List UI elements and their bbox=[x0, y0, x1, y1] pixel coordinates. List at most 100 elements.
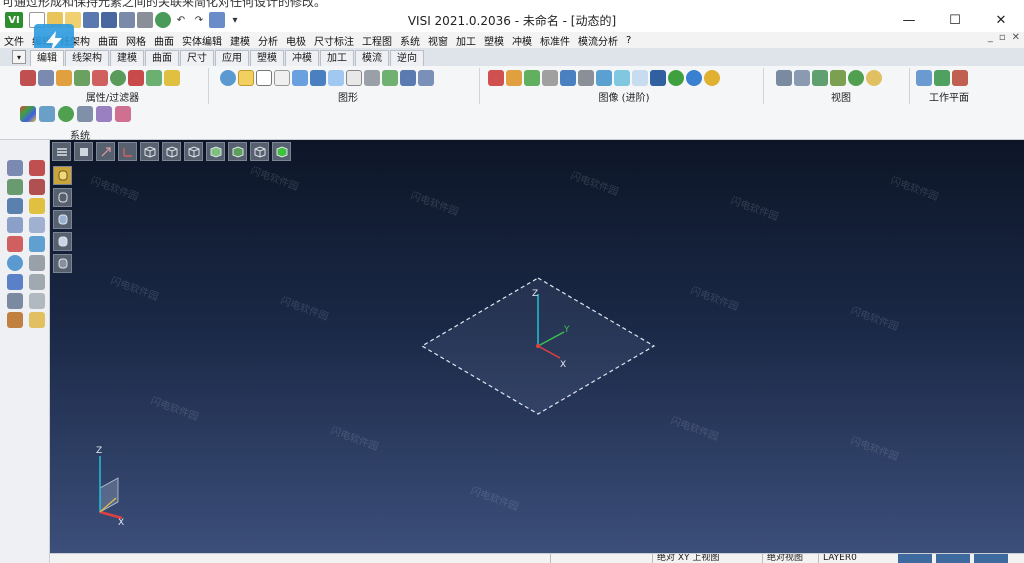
color-ball-icon[interactable] bbox=[704, 70, 720, 86]
cylinder-gray-2-icon[interactable] bbox=[578, 70, 594, 86]
green-ball-icon[interactable] bbox=[668, 70, 684, 86]
menu-item[interactable]: 电极 bbox=[282, 33, 310, 48]
menu-item[interactable]: 实体编辑 bbox=[178, 33, 226, 48]
document-icon[interactable] bbox=[39, 106, 55, 122]
cylinder-pale-icon[interactable] bbox=[632, 70, 648, 86]
traffic-light-3-icon[interactable] bbox=[524, 70, 540, 86]
trash-icon[interactable] bbox=[7, 293, 23, 309]
menu-item[interactable]: 标准件 bbox=[536, 33, 574, 48]
mdi-minimize-button[interactable]: _ bbox=[988, 32, 993, 43]
work-plane[interactable]: Z X Y bbox=[418, 274, 658, 420]
tab-application[interactable]: 应用 bbox=[215, 50, 249, 66]
pen-icon[interactable] bbox=[29, 217, 45, 233]
close-button[interactable]: ✕ bbox=[978, 8, 1024, 32]
transparent-cylinder-icon[interactable] bbox=[53, 232, 72, 251]
menu-icon[interactable] bbox=[52, 142, 71, 161]
view-orient-icon[interactable] bbox=[96, 142, 115, 161]
view-pan-icon[interactable] bbox=[794, 70, 810, 86]
cylinder-blue-icon[interactable] bbox=[292, 70, 308, 86]
workplane-axis-icon[interactable] bbox=[934, 70, 950, 86]
3d-viewport[interactable]: 闪电软件园 闪电软件园 闪电软件园 闪电软件园 闪电软件园 闪电软件园 闪电软件… bbox=[50, 140, 1024, 553]
cylinder-shaded-icon[interactable] bbox=[238, 70, 254, 86]
select-icon[interactable] bbox=[7, 160, 23, 176]
status-indicator-3[interactable] bbox=[974, 554, 1008, 563]
view-rotate-icon[interactable] bbox=[776, 70, 792, 86]
delete-icon[interactable] bbox=[29, 160, 45, 176]
cube-view-back-icon[interactable] bbox=[250, 142, 269, 161]
cube-blue-icon[interactable] bbox=[650, 70, 666, 86]
view-frame-icon[interactable] bbox=[74, 142, 93, 161]
line-style-icon[interactable] bbox=[74, 70, 90, 86]
tab-surface[interactable]: 曲面 bbox=[145, 50, 179, 66]
menu-item[interactable]: 冲模 bbox=[508, 33, 536, 48]
menu-item[interactable]: 系统 bbox=[396, 33, 424, 48]
globe-settings-icon[interactable] bbox=[58, 106, 74, 122]
shaded-cylinder-icon[interactable] bbox=[53, 166, 72, 185]
menu-item[interactable]: 曲面 bbox=[150, 33, 178, 48]
menu-item[interactable]: 曲面 bbox=[94, 33, 122, 48]
pick-icon[interactable] bbox=[7, 198, 23, 214]
menu-item[interactable]: 网格 bbox=[122, 33, 150, 48]
shield-icon[interactable] bbox=[596, 70, 612, 86]
help-icon[interactable] bbox=[7, 274, 23, 290]
edit-icon[interactable] bbox=[7, 217, 23, 233]
cube-view-green-icon[interactable] bbox=[272, 142, 291, 161]
menu-item[interactable]: 尺寸标注 bbox=[310, 33, 358, 48]
workplane-icon[interactable] bbox=[916, 70, 932, 86]
mdi-close-button[interactable]: ✕ bbox=[1012, 32, 1020, 43]
tab-mould[interactable]: 塑模 bbox=[250, 50, 284, 66]
no-select-icon[interactable] bbox=[29, 179, 45, 195]
view-fit-icon[interactable] bbox=[812, 70, 828, 86]
traffic-light-4-icon[interactable] bbox=[542, 70, 558, 86]
cylinder-hidden-icon[interactable] bbox=[274, 70, 290, 86]
hat-red-icon[interactable] bbox=[128, 70, 144, 86]
menu-item[interactable]: 分析 bbox=[254, 33, 282, 48]
cube-icon[interactable] bbox=[29, 255, 45, 271]
grid-icon[interactable] bbox=[77, 106, 93, 122]
cylinder-dark-icon[interactable] bbox=[310, 70, 326, 86]
bracket-icon[interactable] bbox=[29, 274, 45, 290]
eraser-icon[interactable] bbox=[115, 106, 131, 122]
hidden-cylinder-icon[interactable] bbox=[53, 210, 72, 229]
traffic-light-2-icon[interactable] bbox=[506, 70, 522, 86]
cube-view-side-icon[interactable] bbox=[184, 142, 203, 161]
save-icon[interactable] bbox=[83, 12, 99, 28]
hat-green-icon[interactable] bbox=[146, 70, 162, 86]
menu-item[interactable]: 工程图 bbox=[358, 33, 396, 48]
status-abs-view-cell[interactable]: 绝对视图 bbox=[762, 554, 818, 563]
filter-icon[interactable] bbox=[38, 70, 54, 86]
menu-item[interactable]: 文件 bbox=[0, 33, 28, 48]
print-icon[interactable] bbox=[137, 12, 153, 28]
view-refresh-icon[interactable] bbox=[848, 70, 864, 86]
tab-die[interactable]: 冲模 bbox=[285, 50, 319, 66]
status-layer-cell[interactable]: LAYER0 bbox=[818, 554, 888, 563]
view-axis-icon[interactable] bbox=[118, 142, 137, 161]
redo-icon[interactable]: ↷ bbox=[191, 12, 207, 28]
cube-view-front-icon[interactable] bbox=[162, 142, 181, 161]
app-logo[interactable]: VI bbox=[5, 12, 23, 28]
refresh-icon[interactable] bbox=[220, 70, 236, 86]
export-icon[interactable] bbox=[119, 12, 135, 28]
tool-icon[interactable] bbox=[7, 312, 23, 328]
ribbon-dropdown-button[interactable]: ▾ bbox=[12, 50, 26, 64]
sphere-icon[interactable] bbox=[110, 70, 126, 86]
attribute-icon[interactable] bbox=[20, 70, 36, 86]
menu-item[interactable]: 建模 bbox=[226, 33, 254, 48]
tab-dimension[interactable]: 尺寸 bbox=[180, 50, 214, 66]
cube-view-iso-icon[interactable] bbox=[206, 142, 225, 161]
workplane-set-icon[interactable] bbox=[952, 70, 968, 86]
tab-modeling[interactable]: 建模 bbox=[110, 50, 144, 66]
cylinder-blue-2-icon[interactable] bbox=[560, 70, 576, 86]
plane-icon[interactable] bbox=[29, 236, 45, 252]
view-face-icon[interactable] bbox=[866, 70, 882, 86]
status-indicator-1[interactable] bbox=[898, 554, 932, 563]
edge-cylinder-icon[interactable] bbox=[53, 254, 72, 273]
rotate-icon[interactable] bbox=[7, 255, 23, 271]
move-icon[interactable] bbox=[7, 179, 23, 195]
hat-yellow-icon[interactable] bbox=[164, 70, 180, 86]
mdi-restore-button[interactable]: ▫ bbox=[999, 32, 1006, 43]
palette-icon[interactable] bbox=[20, 106, 36, 122]
render-settings-icon[interactable] bbox=[418, 70, 434, 86]
color-pick-icon[interactable] bbox=[7, 236, 23, 252]
view-zoom-icon[interactable] bbox=[830, 70, 846, 86]
